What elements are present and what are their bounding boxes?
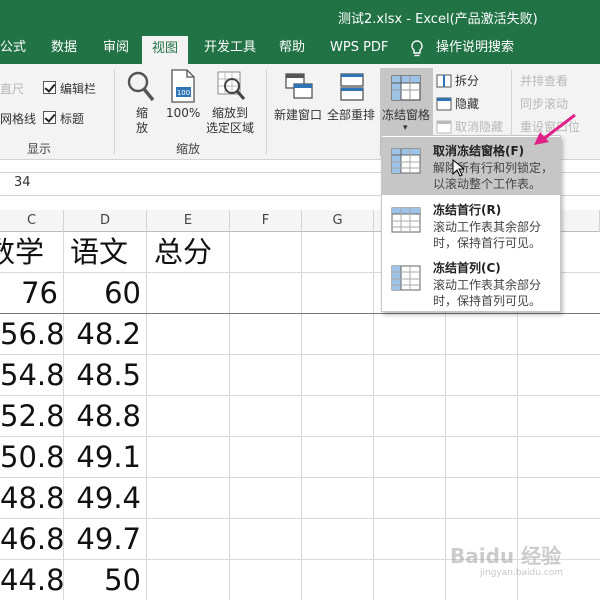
sync-scroll-button[interactable]: 同步滚动 [520,95,568,112]
cell-d9[interactable]: 50 [63,560,146,601]
freeze-first-column-icon [390,264,422,296]
column-header-f[interactable]: F [230,210,302,232]
annotation-arrow-icon [530,112,580,150]
column-header-c[interactable]: C [0,210,64,232]
formula-value[interactable]: 34 [14,175,31,190]
zoom-100-icon[interactable]: 100 [169,68,197,108]
split-icon [436,73,452,92]
group-separator [266,70,267,154]
tab-help[interactable]: 帮助 [279,34,305,64]
freeze-panes-icon [390,74,422,106]
cell-c1[interactable]: 数学 [0,232,63,273]
formula-bar-label: 编辑栏 [60,82,97,96]
hide-icon [436,96,452,115]
menu-item-freeze-first-column[interactable]: 冻结首列(C) 滚动工作表其余部分时，保持首列可见。 [382,254,560,312]
menu-item-title: 冻结首列(C) [433,261,501,275]
freeze-top-row-icon [390,206,422,238]
unfreeze-panes-icon [390,147,422,179]
hide-button[interactable]: 隐藏 [455,95,479,112]
lightbulb-icon [410,34,424,64]
menu-item-description: 滚动工作表其余部分时，保持首行可见。 [433,220,542,250]
arrange-all-button[interactable]: 全部重排 [327,106,375,123]
cell-c8[interactable]: 46.8 [0,519,63,560]
cell-d2[interactable]: 60 [63,273,146,314]
grid-line [146,232,147,600]
zoom-button[interactable]: 缩 放 [136,106,148,136]
freeze-panes-label: 冻结窗格 [382,108,431,122]
cell-d7[interactable]: 49.4 [63,478,146,519]
tab-view[interactable]: 视图 [142,36,189,64]
column-header-g[interactable]: G [302,210,374,232]
cell-d5[interactable]: 48.8 [63,396,146,437]
headings-label: 标题 [60,112,85,126]
column-header-e[interactable]: E [147,210,230,232]
cell-c5[interactable]: 52.8 [0,396,63,437]
baidu-watermark: Baidu 经验 [450,544,562,568]
formula-bar-checkbox[interactable] [43,81,56,94]
freeze-panes-menu: 取消冻结窗格(F) 解除所有行和列锁定，以滚动整个工作表。 冻结首行(R) 滚动… [381,135,561,312]
cell-c9[interactable]: 44.8 [0,560,63,601]
mouse-cursor-icon [452,158,466,181]
group-separator [114,70,115,154]
headings-checkbox[interactable] [43,111,56,124]
window-title: 测试2.xlsx - Excel(产品激活失败) [338,12,538,27]
cell-d4[interactable]: 48.5 [63,355,146,396]
tab-formulas[interactable]: 公式 [0,34,26,64]
menu-item-freeze-top-row[interactable]: 冻结首行(R) 滚动工作表其余部分时，保持首行可见。 [382,196,560,254]
baidu-watermark-url: jingyan.baidu.com [480,568,564,578]
cell-c7[interactable]: 48.8 [0,478,63,519]
ruler-label: 直尺 [0,82,25,96]
zoom-100-button[interactable]: 100% [166,106,200,120]
menu-item-description: 滚动工作表其余部分时，保持首列可见。 [433,278,542,308]
magnifier-icon[interactable] [126,70,156,108]
new-window-icon[interactable] [284,72,314,106]
grid-line [373,232,374,600]
zoom-group-title: 缩放 [176,142,201,156]
cell-c4[interactable]: 54.8 [0,355,63,396]
svg-text:100: 100 [177,89,190,97]
cell-c3[interactable]: 56.8 [0,314,63,355]
column-header-d[interactable]: D [64,210,147,232]
zoom-selection-icon[interactable] [216,70,246,106]
tab-review[interactable]: 审阅 [103,34,129,64]
menu-item-title: 取消冻结窗格(F) [433,144,525,158]
chevron-down-icon: ▾ [403,123,408,133]
cell-c6[interactable]: 50.8 [0,437,63,478]
new-window-button[interactable]: 新建窗口 [274,106,322,123]
show-group-title: 显示 [27,142,52,156]
tab-data[interactable]: 数据 [51,34,77,64]
cell-c2[interactable]: 76 [0,273,63,314]
zoom-to-selection-button[interactable]: 缩放到 选定区域 [206,106,254,136]
arrange-all-icon[interactable] [338,72,368,106]
tab-wps-pdf[interactable]: WPS PDF [330,34,388,64]
cell-e1[interactable]: 总分 [154,232,229,273]
title-bar: 测试2.xlsx - Excel(产品激活失败) [0,0,600,34]
ribbon-tabs: 公式 数据 审阅 视图 开发工具 帮助 WPS PDF 操作说明搜索 [0,34,600,64]
tell-me-search[interactable]: 操作说明搜索 [436,34,514,64]
menu-item-title: 冻结首行(R) [433,203,502,217]
grid-line [229,232,230,600]
cell-d6[interactable]: 49.1 [63,437,146,478]
side-by-side-button[interactable]: 并排查看 [520,72,568,89]
gridlines-label: 网格线 [0,112,37,126]
cell-d8[interactable]: 49.7 [63,519,146,560]
cell-d1[interactable]: 语文 [70,232,146,273]
cell-d3[interactable]: 48.2 [63,314,146,355]
split-button[interactable]: 拆分 [455,72,479,89]
unhide-button[interactable]: 取消隐藏 [455,118,503,135]
grid-line [301,232,302,600]
tab-developer[interactable]: 开发工具 [204,34,256,64]
